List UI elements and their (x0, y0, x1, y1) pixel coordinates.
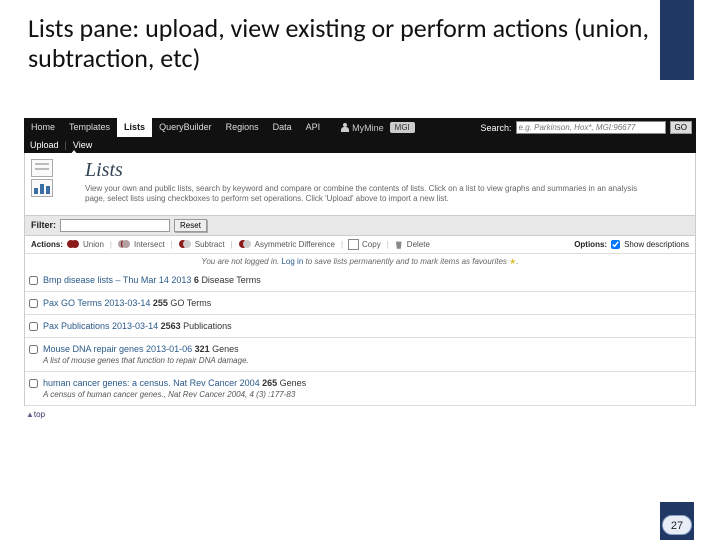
nav-api[interactable]: API (299, 118, 328, 137)
login-link[interactable]: Log in (281, 257, 303, 266)
list-description: A census of human cancer genes., Nat Rev… (43, 390, 689, 399)
list-row: Pax GO Terms 2013-03-14 255 GO Terms (25, 292, 695, 315)
mymine-label: MyMine (352, 123, 384, 133)
search-go-button[interactable]: GO (670, 121, 692, 134)
list-count: 2563 (158, 321, 183, 331)
login-pre: You are not logged in. (201, 257, 281, 266)
nav-templates[interactable]: Templates (62, 118, 117, 137)
action-asym[interactable]: Asymmetric Difference (255, 240, 335, 249)
options-label: Options: (574, 240, 607, 249)
list-row: Pax Publications 2013-03-14 2563 Publica… (25, 315, 695, 338)
nav-lists[interactable]: Lists (117, 118, 152, 137)
list-row-checkbox[interactable] (29, 276, 38, 285)
filter-bar: Filter: Reset (24, 215, 696, 236)
list-row-checkbox[interactable] (29, 379, 38, 388)
filter-label: Filter: (31, 220, 56, 230)
list-row-checkbox[interactable] (29, 345, 38, 354)
person-icon (341, 123, 349, 132)
lists-header: Lists View your own and public lists, se… (24, 153, 696, 215)
action-delete[interactable]: Delete (407, 240, 430, 249)
nav-home[interactable]: Home (24, 118, 62, 137)
list-type: Genes (280, 378, 307, 388)
app-screenshot: Home Templates Lists QueryBuilder Region… (24, 118, 696, 423)
list-type: Publications (183, 321, 232, 331)
action-union[interactable]: Union (83, 240, 104, 249)
list-count: 265 (260, 378, 280, 388)
lists-title: Lists (85, 159, 645, 182)
top-label: top (34, 410, 45, 419)
nav-mymine[interactable]: MyMine (341, 123, 384, 133)
login-message: You are not logged in. Log in to save li… (24, 254, 696, 269)
list-description: A list of mouse genes that function to r… (43, 356, 689, 365)
list-count: 255 (150, 298, 170, 308)
asym-icon (239, 240, 251, 248)
nav-data[interactable]: Data (266, 118, 299, 137)
delete-icon (395, 240, 403, 249)
list-type: Disease Terms (201, 275, 260, 285)
action-subtract[interactable]: Subtract (195, 240, 225, 249)
union-icon (67, 240, 79, 248)
list-count: 321 (192, 344, 212, 354)
up-triangle-icon: ▲ (26, 410, 34, 419)
show-descriptions-label: Show descriptions (624, 240, 689, 249)
lists-description: View your own and public lists, search b… (85, 184, 645, 205)
show-descriptions-checkbox[interactable] (611, 240, 620, 249)
decoration-bar-top (660, 0, 694, 80)
main-nav: Home Templates Lists QueryBuilder Region… (24, 118, 696, 137)
actions-bar: Actions: Union | Intersect | Subtract | … (24, 236, 696, 254)
subnav-view[interactable]: View (67, 140, 98, 150)
list-table: Bmp disease lists – Thu Mar 14 2013 6 Di… (24, 269, 696, 406)
list-row-checkbox[interactable] (29, 322, 38, 331)
search-group: Search: GO (481, 121, 696, 134)
nav-querybuilder[interactable]: QueryBuilder (152, 118, 219, 137)
page-number: 27 (662, 515, 692, 535)
actions-label: Actions: (31, 240, 63, 249)
lists-header-icon (31, 159, 77, 199)
list-row: human cancer genes: a census. Nat Rev Ca… (25, 372, 695, 406)
list-type: Genes (212, 344, 239, 354)
search-input[interactable] (516, 121, 666, 134)
subnav-upload[interactable]: Upload (24, 140, 65, 150)
back-to-top[interactable]: ▲top (24, 406, 696, 423)
list-name-link[interactable]: Mouse DNA repair genes 2013-01-06 (43, 344, 192, 354)
sub-nav: Upload | View (24, 137, 696, 153)
filter-input[interactable] (60, 219, 170, 232)
subtract-icon (179, 240, 191, 248)
login-post: to save lists permanently and to mark it… (303, 257, 509, 266)
list-row: Bmp disease lists – Thu Mar 14 2013 6 Di… (25, 269, 695, 292)
list-name-link[interactable]: human cancer genes: a census. Nat Rev Ca… (43, 378, 260, 388)
list-count: 6 (191, 275, 201, 285)
doc-icon (31, 159, 53, 177)
chart-icon (31, 179, 53, 197)
action-copy[interactable]: Copy (362, 240, 381, 249)
list-name-link[interactable]: Pax GO Terms 2013-03-14 (43, 298, 150, 308)
action-intersect[interactable]: Intersect (134, 240, 165, 249)
nav-regions[interactable]: Regions (219, 118, 266, 137)
intersect-icon (118, 240, 130, 248)
search-label: Search: (481, 123, 512, 133)
subnav-active-arrow (70, 150, 78, 155)
copy-icon (349, 240, 358, 249)
star-icon: ★ (509, 257, 516, 266)
brand-tag: MGI (390, 122, 415, 133)
filter-reset-button[interactable]: Reset (174, 219, 207, 232)
list-row-checkbox[interactable] (29, 299, 38, 308)
list-row: Mouse DNA repair genes 2013-01-06 321 Ge… (25, 338, 695, 372)
list-name-link[interactable]: Bmp disease lists – Thu Mar 14 2013 (43, 275, 191, 285)
list-name-link[interactable]: Pax Publications 2013-03-14 (43, 321, 158, 331)
slide-title: Lists pane: upload, view existing or per… (28, 14, 650, 74)
list-type: GO Terms (170, 298, 211, 308)
